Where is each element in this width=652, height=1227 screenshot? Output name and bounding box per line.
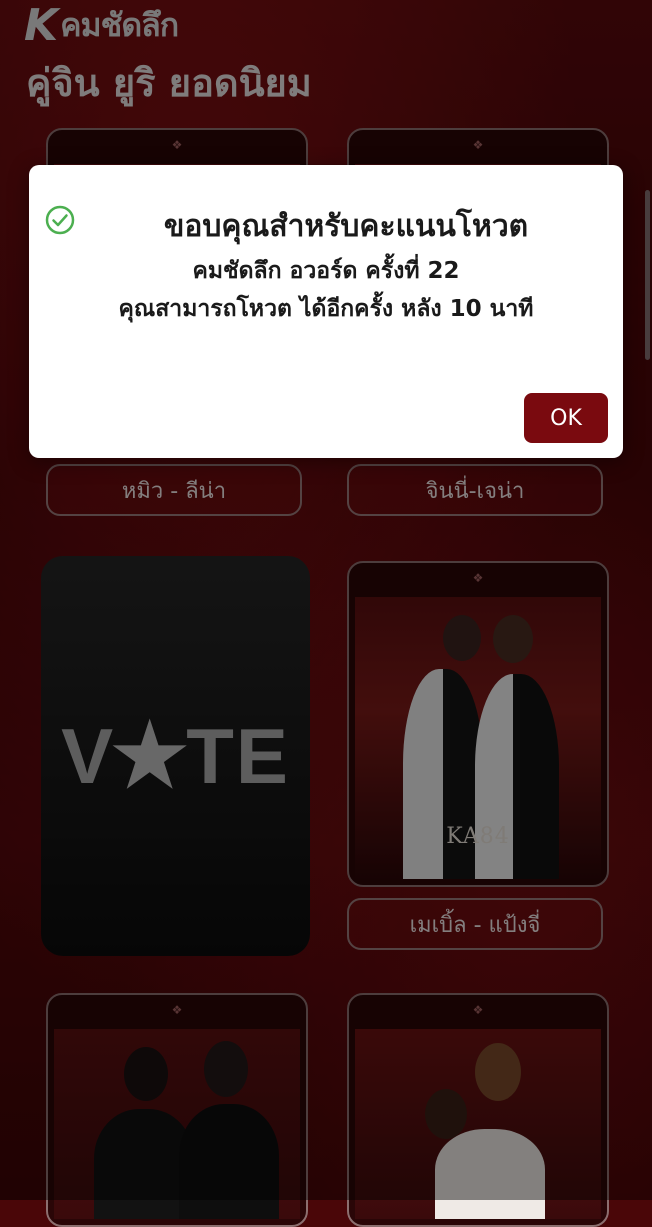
scrollbar[interactable] <box>645 190 650 360</box>
vote-success-dialog: ขอบคุณสำหรับคะแนนโหวต คมชัดลึก อวอร์ด คร… <box>29 165 623 458</box>
dialog-award-text: คมชัดลึก อวอร์ด ครั้งที่ 22 <box>192 258 460 284</box>
dialog-title: ขอบคุณสำหรับคะแนนโหวต <box>163 209 529 244</box>
ok-button[interactable]: OK <box>524 393 608 443</box>
dialog-cooldown-text: คุณสามารถโหวต ได้อีกครั้ง หลัง 10 นาที <box>118 296 534 322</box>
